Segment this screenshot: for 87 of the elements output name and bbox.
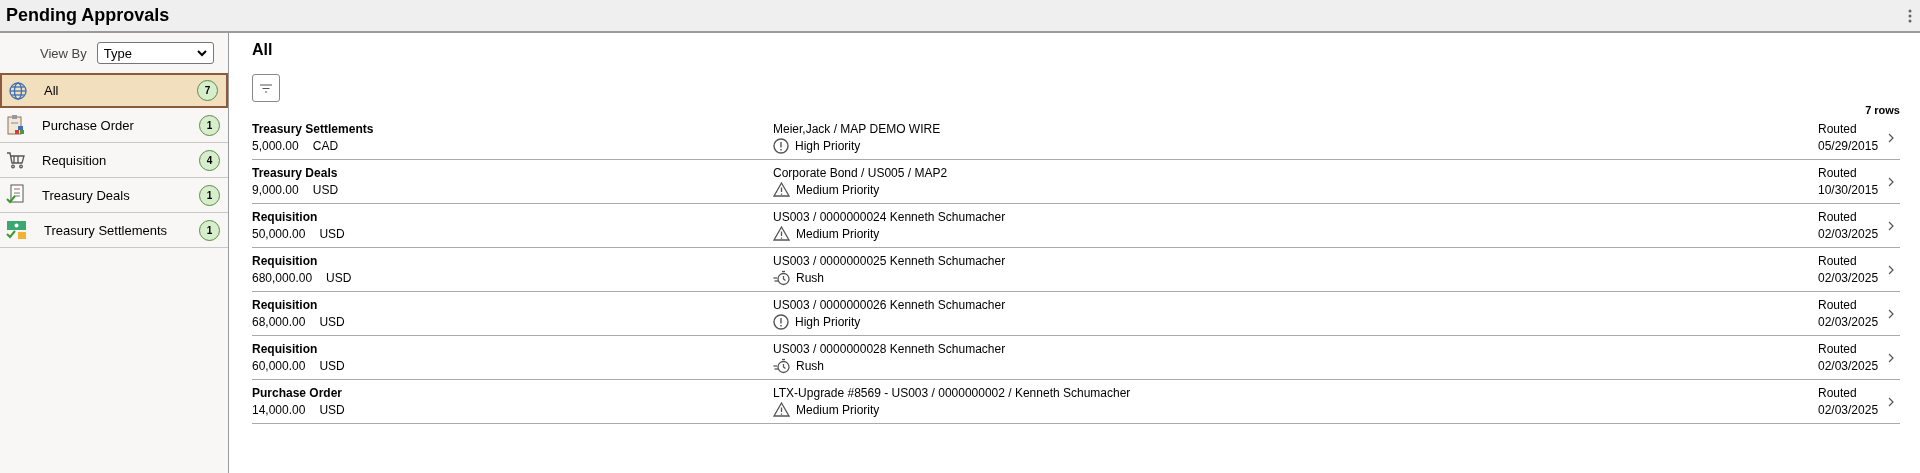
currency: USD	[319, 227, 345, 241]
globe-icon	[8, 80, 28, 101]
amount: 680,000.00	[252, 271, 313, 285]
warning-icon	[773, 402, 790, 417]
status: Routed	[1818, 386, 1858, 400]
status: Routed	[1818, 342, 1858, 356]
status: Routed	[1818, 298, 1858, 312]
amount: 5,000.00	[252, 139, 299, 153]
date: 02/03/2025	[1818, 227, 1880, 241]
chevron-right-icon[interactable]	[1888, 132, 1894, 143]
approval-description: US003 / 0000000028 Kenneth Schumacher	[773, 341, 1007, 356]
currency: USD	[319, 359, 345, 373]
category-item[interactable]: Treasury Settlements 1	[0, 213, 228, 248]
approval-type: Treasury Settlements	[252, 122, 375, 136]
amount: 9,000.00	[252, 183, 299, 197]
status: Routed	[1818, 166, 1858, 180]
priority-label: Rush	[796, 358, 824, 373]
date: 05/29/2015	[1818, 139, 1880, 153]
warning-icon	[773, 182, 790, 197]
date: 02/03/2025	[1818, 403, 1880, 417]
currency: USD	[312, 183, 339, 197]
page-title: Pending Approvals	[6, 5, 170, 26]
chevron-down-icon	[196, 49, 207, 57]
status: Routed	[1818, 122, 1858, 136]
category-item[interactable]: Treasury Deals 1	[0, 178, 228, 213]
priority-label: Medium Priority	[796, 182, 880, 197]
view-by-label: View By	[40, 45, 87, 61]
priority-label: Medium Priority	[796, 402, 880, 417]
approval-type: Treasury Deals	[252, 166, 339, 180]
approval-description: US003 / 0000000024 Kenneth Schumacher	[773, 210, 1007, 224]
count-badge: 7	[197, 80, 218, 101]
filter-icon	[260, 83, 272, 93]
cart-icon	[6, 150, 26, 170]
amount: 60,000.00	[252, 359, 306, 373]
priority-label: Medium Priority	[796, 226, 880, 241]
chevron-right-icon[interactable]	[1888, 220, 1894, 231]
priority-label: High Priority	[795, 314, 861, 329]
category-item[interactable]: Purchase Order 1	[0, 108, 228, 143]
date: 02/03/2025	[1818, 359, 1880, 373]
section-title: All	[252, 41, 274, 59]
priority-label: High Priority	[795, 138, 861, 153]
status: Routed	[1818, 210, 1858, 224]
date: 02/03/2025	[1818, 271, 1880, 285]
chevron-right-icon[interactable]	[1888, 176, 1894, 187]
currency: USD	[319, 403, 345, 417]
category-item[interactable]: All 7	[0, 73, 228, 108]
amount: 50,000.00	[252, 227, 306, 241]
approval-description: US003 / 0000000026 Kenneth Schumacher	[773, 297, 1007, 312]
status: Routed	[1818, 254, 1858, 268]
count-badge: 4	[199, 149, 220, 171]
date: 10/30/2015	[1818, 183, 1880, 197]
currency: USD	[319, 315, 345, 329]
approval-description: LTX-Upgrade #8569 - US003 / 0000000002 / Kenneth Schumacher	[773, 386, 1132, 400]
approval-description: Corporate Bond / US005 / MAP2	[773, 166, 949, 180]
stopwatch-icon	[773, 269, 790, 286]
approval-description: US003 / 0000000025 Kenneth Schumacher	[773, 253, 1007, 268]
row-count: 7 rows	[1865, 104, 1900, 116]
warning-icon	[773, 226, 790, 241]
approval-type: Requisition	[252, 342, 319, 356]
approval-type: Requisition	[252, 210, 319, 224]
amount: 14,000.00	[252, 403, 306, 417]
approval-description: Meier,Jack / MAP DEMO WIRE	[773, 121, 942, 136]
stopwatch-icon	[773, 357, 790, 374]
chevron-right-icon[interactable]	[1888, 308, 1894, 319]
category-item[interactable]: Requisition 4	[0, 143, 228, 178]
chevron-right-icon[interactable]	[1888, 264, 1894, 275]
chevron-right-icon[interactable]	[1888, 396, 1894, 407]
currency: USD	[326, 271, 352, 285]
count-badge: 1	[199, 114, 220, 136]
amount: 68,000.00	[252, 315, 306, 329]
approval-type: Requisition	[252, 298, 319, 312]
priority-label: Rush	[796, 270, 824, 285]
view-by-select[interactable]: Type	[96, 42, 214, 64]
count-badge: 1	[199, 219, 220, 241]
chevron-right-icon[interactable]	[1888, 352, 1894, 363]
document-check-icon	[6, 184, 26, 206]
exclamation-circle-icon	[773, 313, 789, 330]
clipboard-icon	[6, 114, 26, 136]
exclamation-circle-icon	[773, 137, 789, 154]
money-check-icon	[6, 220, 28, 240]
filter-button[interactable]	[252, 74, 280, 102]
currency: CAD	[312, 139, 339, 153]
count-badge: 1	[199, 184, 220, 206]
date: 02/03/2025	[1818, 315, 1880, 329]
approval-type: Purchase Order	[252, 386, 344, 400]
approval-type: Requisition	[252, 254, 319, 268]
more-options-icon[interactable]	[1908, 8, 1912, 23]
